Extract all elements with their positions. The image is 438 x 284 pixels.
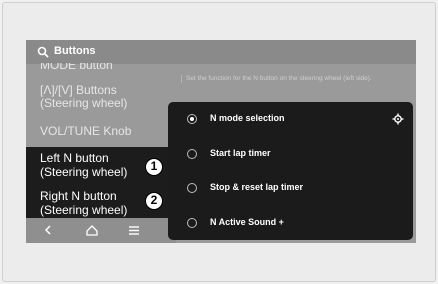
- option-n-active-sound[interactable]: N Active Sound +: [168, 209, 413, 239]
- gear-icon[interactable]: [392, 113, 404, 125]
- radio-icon[interactable]: [187, 218, 197, 228]
- setting-description: Set the function for the N button on the…: [181, 75, 416, 83]
- option-label: Start lap timer: [210, 148, 271, 158]
- menu-icon[interactable]: [127, 224, 141, 236]
- callout-badge-2: 2: [145, 192, 163, 210]
- radio-icon[interactable]: [187, 183, 197, 193]
- search-icon[interactable]: [37, 46, 49, 58]
- back-icon[interactable]: [41, 224, 55, 236]
- menu-item-label: Left N button: [40, 151, 109, 165]
- header-bar: Buttons: [26, 40, 416, 64]
- menu-item-sublabel: (Steering wheel): [40, 165, 128, 179]
- home-icon[interactable]: [85, 224, 99, 236]
- option-start-lap-timer[interactable]: Start lap timer: [168, 140, 413, 170]
- radio-selected-icon[interactable]: [187, 114, 197, 124]
- menu-item-sublabel: (Steering wheel): [40, 203, 128, 217]
- menu-item-label: Right N button: [40, 189, 117, 203]
- option-stop-reset-lap-timer[interactable]: Stop & reset lap timer: [168, 174, 413, 204]
- option-n-mode-selection[interactable]: N mode selection: [168, 105, 413, 135]
- option-label: N Active Sound +: [210, 217, 284, 227]
- menu-item-text: Right N button (Steering wheel): [40, 189, 127, 217]
- menu-item-sublabel: (Steering wheel): [40, 96, 128, 110]
- options-popup: N mode selection Start lap timer Stop & …: [168, 102, 413, 240]
- menu-item-label: MODE button: [40, 63, 113, 72]
- option-label: N mode selection: [210, 113, 285, 123]
- menu-item-vol-tune-knob[interactable]: VOL/TUNE Knob: [40, 125, 131, 138]
- menu-item-text: Left N button (Steering wheel): [40, 151, 127, 179]
- option-label: Stop & reset lap timer: [210, 182, 304, 192]
- menu-item-up-down-buttons[interactable]: [Λ]/[V] Buttons (Steering wheel): [40, 84, 127, 110]
- callout-badge-1: 1: [145, 158, 163, 176]
- menu-item-label: VOL/TUNE Knob: [40, 124, 132, 138]
- bottom-nav: [26, 218, 176, 243]
- radio-icon[interactable]: [187, 149, 197, 159]
- page-title: Buttons: [54, 45, 96, 57]
- menu-item-mode-button[interactable]: MODE button: [40, 63, 113, 75]
